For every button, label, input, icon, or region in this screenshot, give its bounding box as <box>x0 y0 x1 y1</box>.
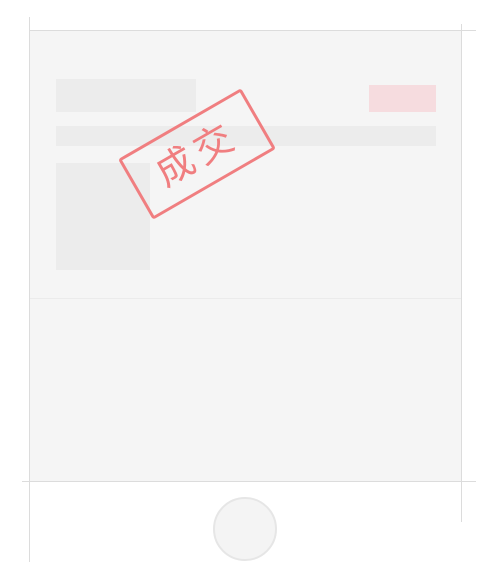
home-button[interactable] <box>213 497 277 561</box>
mockup-page: 成交 <box>0 0 493 578</box>
deal-card[interactable]: 成交 <box>30 31 461 299</box>
frame-guide-right <box>461 24 462 522</box>
phone-screen: 成交 <box>30 31 461 481</box>
frame-guide-bottom <box>22 481 476 482</box>
title-placeholder <box>56 79 196 112</box>
status-badge-placeholder <box>369 85 436 112</box>
